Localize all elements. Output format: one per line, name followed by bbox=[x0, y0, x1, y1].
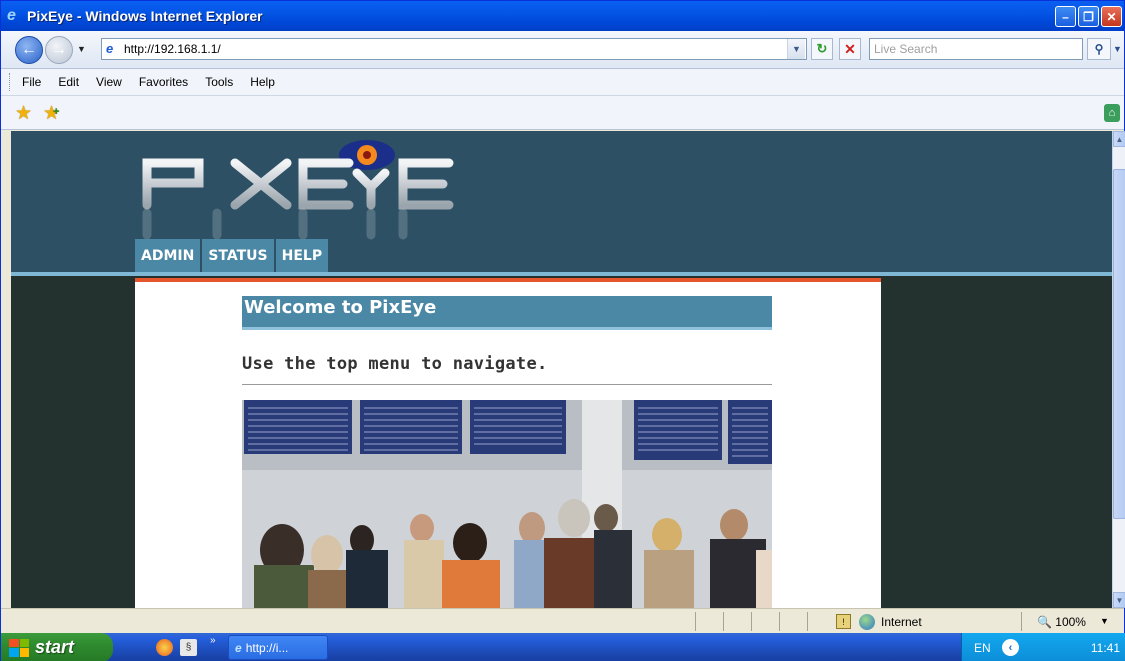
pixeye-logo bbox=[142, 140, 454, 240]
show-hidden-icons-icon[interactable]: ‹ bbox=[1002, 639, 1019, 656]
taskbar-item-label: http://i... bbox=[245, 640, 289, 655]
language-indicator[interactable]: EN bbox=[974, 641, 991, 655]
protected-mode-icon[interactable]: ! bbox=[836, 614, 851, 629]
status-bar: ! Internet 🔍 100% ▼ bbox=[1, 608, 1124, 633]
start-button[interactable]: start bbox=[1, 633, 113, 661]
menu-bar: File Edit View Favorites Tools Help bbox=[1, 69, 1124, 96]
site-header: ADMIN STATUS HELP bbox=[11, 131, 1112, 273]
vertical-scrollbar[interactable]: ▲ ▼ bbox=[1112, 131, 1125, 608]
scroll-down-icon[interactable]: ▼ bbox=[1113, 592, 1125, 608]
title-bar[interactable]: e PixEye - Windows Internet Explorer – ❐… bbox=[1, 1, 1124, 31]
main-content: Welcome to PixEye Use the top menu to na… bbox=[135, 278, 881, 608]
ie-task-icon: e bbox=[235, 640, 242, 655]
nav-tab-help[interactable]: HELP bbox=[275, 239, 329, 272]
status-divider bbox=[779, 612, 780, 631]
zoom-dropdown-icon[interactable]: ▼ bbox=[1100, 616, 1109, 626]
status-divider bbox=[695, 612, 696, 631]
taskbar-item-ie[interactable]: e http://i... bbox=[228, 635, 328, 660]
taskbar: start § » e http://i... EN ‹ 11:41 bbox=[1, 633, 1125, 661]
instruction-text: Use the top menu to navigate. bbox=[242, 354, 772, 385]
refresh-button[interactable]: ↻ bbox=[811, 38, 833, 60]
start-label: start bbox=[35, 637, 75, 657]
scroll-up-icon[interactable]: ▲ bbox=[1113, 131, 1125, 147]
back-button[interactable]: ← bbox=[15, 36, 43, 64]
windows-logo-icon bbox=[9, 638, 29, 657]
zoom-level[interactable]: 🔍 100% bbox=[1037, 615, 1086, 629]
toolbar-grip[interactable] bbox=[9, 73, 12, 91]
search-input[interactable]: Live Search bbox=[869, 38, 1083, 60]
search-placeholder: Live Search bbox=[874, 42, 938, 56]
address-url: http://192.168.1.1/ bbox=[124, 42, 221, 56]
status-divider bbox=[751, 612, 752, 631]
header-divider bbox=[11, 272, 1112, 276]
address-toolbar: ← → ▼ e http://192.168.1.1/ ▼ ↻ ✕ Live S… bbox=[1, 31, 1124, 69]
quicklaunch-more-icon[interactable]: » bbox=[210, 635, 216, 646]
quicklaunch-tool-icon[interactable]: § bbox=[180, 639, 197, 656]
minimize-button[interactable]: – bbox=[1055, 6, 1076, 27]
ie-logo-icon: e bbox=[7, 7, 16, 24]
address-input[interactable]: e http://192.168.1.1/ bbox=[101, 38, 807, 60]
add-to-favorites-icon[interactable]: ★ + bbox=[43, 102, 60, 125]
zoom-value: 100% bbox=[1055, 615, 1086, 629]
internet-zone-icon bbox=[859, 614, 875, 630]
menu-edit[interactable]: Edit bbox=[58, 75, 79, 89]
browser-window: e PixEye - Windows Internet Explorer – ❐… bbox=[0, 0, 1125, 661]
search-icon[interactable]: ⚲ bbox=[1087, 38, 1111, 60]
system-tray: EN ‹ 11:41 bbox=[961, 633, 1125, 661]
page-icon: e bbox=[106, 41, 114, 56]
airport-photo bbox=[242, 400, 772, 608]
menu-file[interactable]: File bbox=[22, 75, 41, 89]
status-divider bbox=[807, 612, 808, 631]
maximize-button[interactable]: ❐ bbox=[1078, 6, 1099, 27]
quicklaunch-app-icon[interactable] bbox=[156, 639, 173, 656]
menu-tools[interactable]: Tools bbox=[205, 75, 233, 89]
search-options-dropdown-icon[interactable]: ▼ bbox=[1113, 44, 1122, 54]
nav-tab-admin[interactable]: ADMIN bbox=[135, 239, 201, 272]
favorites-bar: ★ ★ + ⌂ bbox=[1, 96, 1124, 130]
scroll-thumb[interactable] bbox=[1113, 169, 1125, 519]
security-zone-label[interactable]: Internet bbox=[881, 615, 922, 629]
feeds-icon[interactable]: ⌂ bbox=[1104, 104, 1120, 122]
close-button[interactable]: ✕ bbox=[1101, 6, 1122, 27]
menu-favorites[interactable]: Favorites bbox=[139, 75, 188, 89]
status-divider bbox=[1021, 612, 1022, 631]
nav-tab-status[interactable]: STATUS bbox=[202, 239, 274, 272]
address-dropdown-icon[interactable]: ▼ bbox=[787, 39, 805, 59]
stop-button[interactable]: ✕ bbox=[839, 38, 861, 60]
welcome-heading: Welcome to PixEye bbox=[242, 296, 772, 330]
page-viewport: ADMIN STATUS HELP Welcome to PixEye Use … bbox=[11, 131, 1112, 608]
menu-view[interactable]: View bbox=[96, 75, 122, 89]
window-title: PixEye - Windows Internet Explorer bbox=[27, 8, 263, 24]
status-divider bbox=[723, 612, 724, 631]
recent-pages-dropdown-icon[interactable]: ▼ bbox=[77, 44, 86, 54]
menu-help[interactable]: Help bbox=[250, 75, 275, 89]
forward-button[interactable]: → bbox=[45, 36, 73, 64]
clock[interactable]: 11:41 bbox=[1091, 641, 1120, 655]
favorites-center-star-icon[interactable]: ★ bbox=[15, 102, 32, 125]
